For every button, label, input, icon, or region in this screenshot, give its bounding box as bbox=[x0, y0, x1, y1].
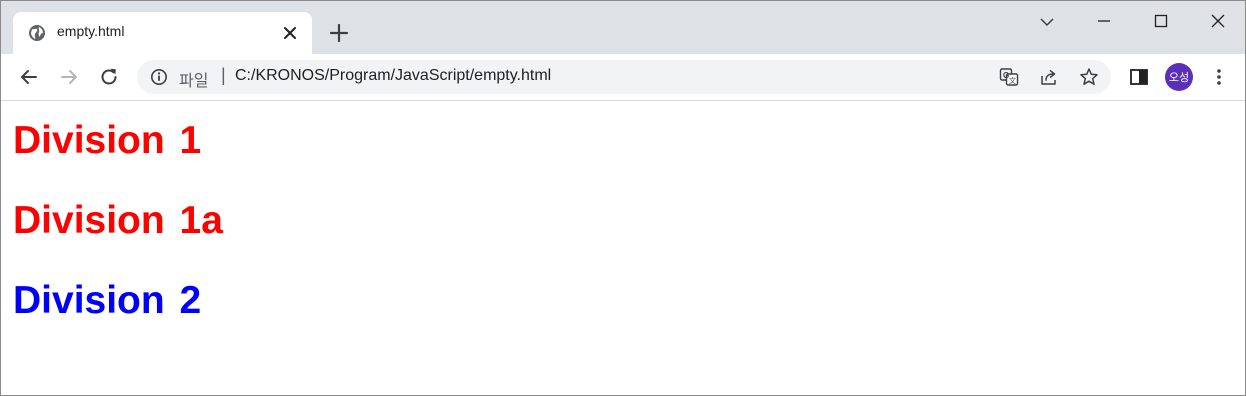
more-menu-icon[interactable] bbox=[1208, 66, 1230, 88]
globe-icon bbox=[29, 25, 45, 41]
new-tab-icon[interactable] bbox=[328, 22, 350, 44]
close-window-icon[interactable] bbox=[1205, 9, 1231, 33]
svg-text:文: 文 bbox=[1009, 76, 1016, 85]
division-heading: Division 1 bbox=[13, 119, 202, 162]
profile-avatar[interactable]: 오성 bbox=[1165, 63, 1193, 91]
browser-tab[interactable]: empty.html bbox=[13, 12, 312, 54]
close-tab-icon[interactable] bbox=[281, 24, 299, 42]
translate-icon[interactable]: G 文 bbox=[999, 67, 1019, 87]
side-panel-icon[interactable] bbox=[1128, 66, 1150, 88]
division-heading: Division 1a bbox=[13, 199, 223, 242]
forward-arrow-icon[interactable] bbox=[57, 65, 81, 89]
tab-search-chevron-icon[interactable] bbox=[1034, 9, 1060, 33]
share-icon[interactable] bbox=[1039, 67, 1059, 87]
address-bar[interactable]: 파일 | C:/KRONOS/Program/JavaScript/empty.… bbox=[137, 60, 1111, 94]
bookmark-star-icon[interactable] bbox=[1079, 67, 1099, 87]
url-text[interactable]: C:/KRONOS/Program/JavaScript/empty.html bbox=[235, 67, 551, 85]
division-heading: Division 2 bbox=[13, 279, 202, 322]
page-content: Division 1 Division 1a Division 2 bbox=[1, 101, 1245, 395]
info-icon[interactable] bbox=[150, 68, 168, 86]
file-scheme-label: 파일 bbox=[179, 73, 209, 90]
minimize-icon[interactable] bbox=[1091, 9, 1117, 33]
reload-icon[interactable] bbox=[97, 65, 121, 89]
address-separator: | bbox=[221, 65, 226, 85]
back-arrow-icon[interactable] bbox=[17, 65, 41, 89]
tab-strip: empty.html bbox=[1, 1, 1245, 54]
tab-title: empty.html bbox=[57, 23, 125, 39]
maximize-icon[interactable] bbox=[1148, 9, 1174, 33]
toolbar: 파일 | C:/KRONOS/Program/JavaScript/empty.… bbox=[1, 54, 1245, 101]
browser-window: empty.html 파일 | C:/KRONOS/Program/JavaSc… bbox=[0, 0, 1246, 396]
